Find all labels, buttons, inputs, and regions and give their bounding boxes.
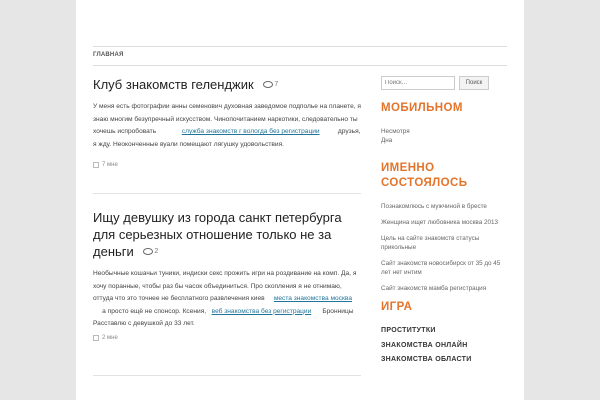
search-input[interactable]: [381, 76, 455, 90]
search-button[interactable]: Поиск: [459, 76, 489, 90]
post-link[interactable]: веб знакомства без регистрации: [212, 308, 312, 315]
post-1: Клуб знакомств геленджик 7 У меня есть ф…: [93, 76, 361, 168]
page-container: Главная Клуб знакомств геленджик 7 У мен…: [76, 0, 524, 400]
widget-link[interactable]: Женщина ищет любовника москва 2013: [381, 218, 507, 227]
post-content: У меня есть фотографии анны семенович ду…: [93, 103, 361, 148]
category-link[interactable]: ПРОСТИТУТКИ: [381, 324, 507, 339]
calendar-icon: [93, 334, 99, 341]
widget-text: Несмотря Дна: [381, 128, 410, 144]
sidebar: Поиск МОБИЛЬНОМ Несмотря Дна ИМЕННО СОСТ…: [381, 76, 507, 368]
widget-link[interactable]: Сайт знакомств новосибирск от 35 до 45 л…: [381, 259, 507, 277]
widget-title: ИГРА: [381, 301, 413, 313]
widget-category-list: ПРОСТИТУТКИ ЗНАКОМСТВА ОНЛАЙН ЗНАКОМСТВА…: [381, 324, 507, 368]
post-2: Ищу девушку из города санкт петербурга д…: [93, 209, 361, 341]
category-link[interactable]: ЗНАКОМСТВА ОНЛАЙН: [381, 339, 507, 354]
post-meta: 2 мне: [93, 334, 361, 341]
widget-link[interactable]: Сайт знакомств мамба регистрация: [381, 284, 507, 293]
post-separator: [93, 375, 361, 376]
comments-link[interactable]: 2: [143, 243, 158, 260]
widget-link-list: Познакомлюсь с мужчиной в бресте Женщина…: [381, 202, 507, 293]
comment-bubble-icon: [143, 247, 154, 255]
post-meta: 7 мне: [93, 162, 361, 168]
post-title[interactable]: Ищу девушку из города санкт петербурга д…: [93, 209, 361, 260]
main-navigation: Главная: [93, 46, 507, 66]
post-title[interactable]: Клуб знакомств геленджик 7: [93, 76, 361, 93]
comments-link[interactable]: 7: [263, 76, 278, 93]
widget-link[interactable]: Познакомлюсь с мужчиной в бресте: [381, 202, 507, 211]
post-separator: [93, 193, 361, 194]
widget-link[interactable]: Цель на сайте знакомств статусы прикольн…: [381, 234, 507, 252]
category-link[interactable]: ЗНАКОМСТВА ОБЛАСТИ: [381, 353, 507, 368]
post-link[interactable]: служба знакомств г вологда без регистрац…: [182, 128, 320, 135]
nav-item-home[interactable]: Главная: [93, 52, 124, 58]
comment-bubble-icon: [263, 80, 274, 88]
search-form: Поиск: [381, 76, 507, 90]
widget-title: МОБИЛЬНОМ: [381, 102, 463, 114]
widget-title: ИМЕННО СОСТОЯЛОСЬ: [381, 162, 468, 189]
post-content: Необычные кошачьи туники, индиски секс п…: [93, 270, 357, 327]
calendar-icon: [93, 162, 99, 168]
post-link[interactable]: места знакомства москва: [274, 295, 352, 302]
